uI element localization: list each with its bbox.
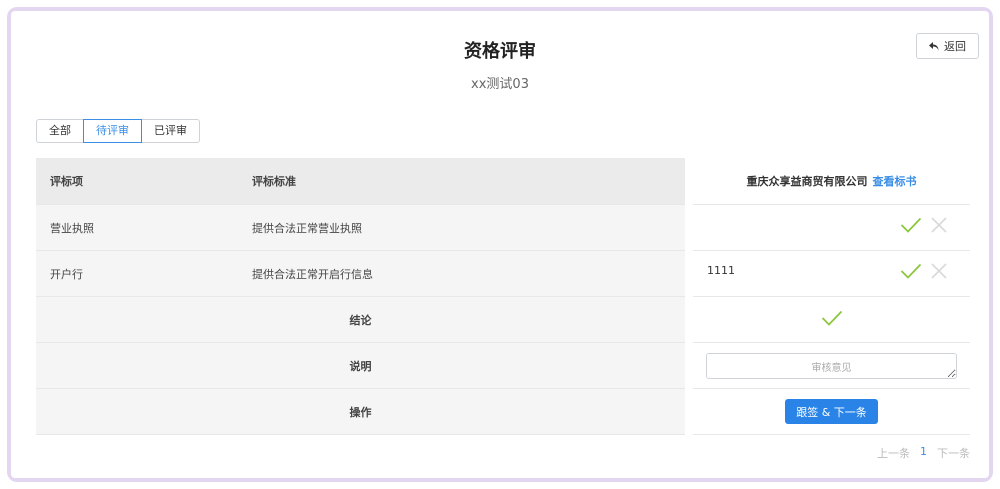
bidder-row (693, 205, 970, 251)
sign-next-button[interactable]: 跟签 & 下一条 (785, 399, 878, 424)
review-panel: 资格评审 xx测试03 返回 全部 待评审 已评审 评标项 评标标准 营业执照 … (11, 11, 989, 478)
criteria-table-header: 评标项 评标标准 (36, 158, 685, 205)
page-title: 资格评审 (464, 41, 536, 62)
approve-check-icon[interactable] (900, 216, 922, 237)
column-header-standard: 评标标准 (252, 175, 296, 188)
bidder-header: 重庆众享益商贸有限公司 查看标书 (693, 158, 970, 205)
criteria-table: 评标项 评标标准 营业执照 提供合法正常营业执照 开户行 提供合法正常开启行信息… (36, 158, 685, 435)
remark-label: 说明 (349, 359, 372, 373)
reject-cross-icon[interactable] (930, 262, 948, 283)
bidder-column: 重庆众享益商贸有限公司 查看标书 1111 审核意见 跟签 & 下一条 (693, 158, 970, 435)
conclusion-cell (693, 297, 970, 343)
view-bid-link[interactable]: 查看标书 (873, 173, 917, 189)
action-cell: 跟签 & 下一条 (693, 389, 970, 435)
back-arrow-icon (929, 41, 939, 51)
current-page[interactable]: 1 (920, 445, 927, 461)
remark-row: 说明 (36, 343, 685, 389)
page-subtitle: xx测试03 (471, 77, 529, 92)
filter-tabs: 全部 待评审 已评审 (36, 119, 200, 143)
approve-check-icon[interactable] (900, 262, 922, 283)
bidder-name: 重庆众享益商贸有限公司 (746, 175, 868, 188)
table-row: 开户行 提供合法正常开启行信息 (36, 251, 685, 297)
remark-cell (693, 343, 970, 389)
column-header-item: 评标项 (50, 175, 83, 188)
tab-pending[interactable]: 待评审 (83, 119, 142, 143)
pagination: 上一条 1 下一条 (877, 445, 970, 461)
reject-cross-icon[interactable] (930, 216, 948, 237)
criteria-item: 开户行 (50, 267, 83, 281)
conclusion-row: 结论 (36, 297, 685, 343)
criteria-standard: 提供合法正常营业执照 (252, 221, 362, 235)
table-row: 营业执照 提供合法正常营业执照 (36, 205, 685, 251)
prev-page-link[interactable]: 上一条 (877, 445, 910, 461)
tab-all[interactable]: 全部 (36, 119, 84, 143)
conclusion-check-icon (821, 309, 843, 330)
tab-reviewed[interactable]: 已评审 (141, 119, 200, 143)
action-label: 操作 (349, 405, 372, 419)
bidder-row: 1111 (693, 251, 970, 297)
criteria-item: 营业执照 (50, 221, 94, 235)
conclusion-label: 结论 (349, 313, 372, 327)
bidder-row-value: 1111 (707, 263, 735, 277)
back-button-label: 返回 (944, 40, 966, 53)
review-comment-input[interactable] (706, 352, 957, 379)
back-button[interactable]: 返回 (916, 33, 979, 59)
next-page-link[interactable]: 下一条 (937, 445, 970, 461)
criteria-standard: 提供合法正常开启行信息 (252, 267, 373, 281)
action-row: 操作 (36, 389, 685, 435)
